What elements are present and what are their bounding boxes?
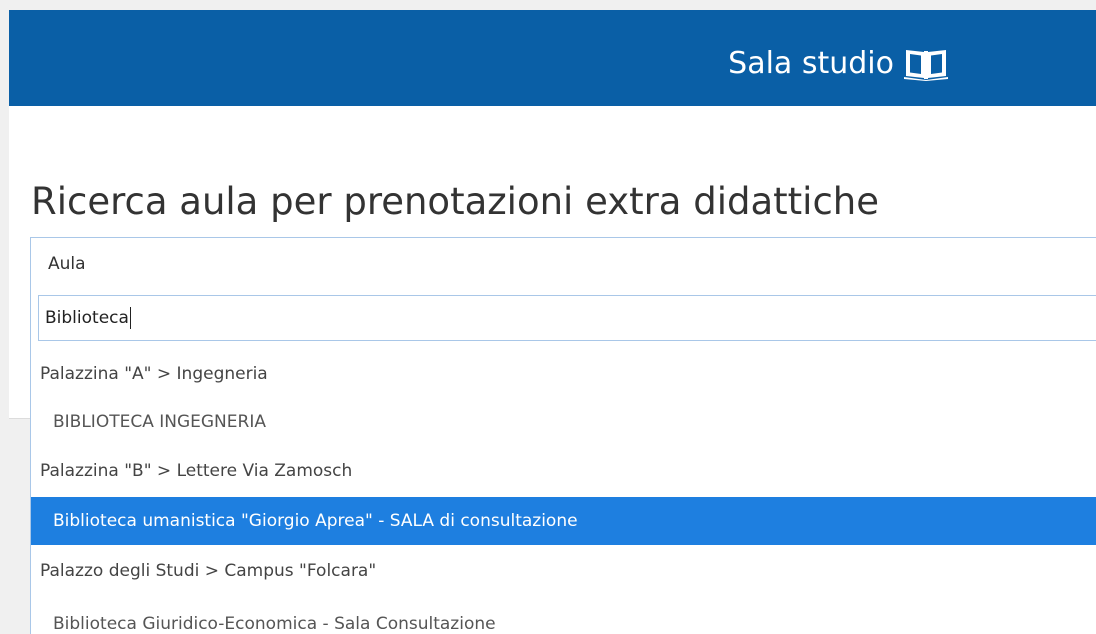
dropdown-group-label: Palazzo degli Studi > Campus "Folcara"	[40, 561, 377, 581]
app-header: Sala studio	[9, 10, 1096, 106]
dropdown-group-palazzo-studi: Palazzo degli Studi > Campus "Folcara"	[31, 547, 1096, 595]
header-title-group: Sala studio	[728, 46, 948, 82]
page-gutter	[0, 0, 9, 634]
dropdown-option-label: Biblioteca Giuridico-Economica - Sala Co…	[53, 614, 496, 634]
dropdown-option-label: BIBLIOTECA INGEGNERIA	[53, 412, 266, 432]
dropdown-option-label: Biblioteca umanistica "Giorgio Aprea" - …	[53, 511, 578, 531]
dropdown-option-biblioteca-ingegneria[interactable]: BIBLIOTECA INGEGNERIA	[31, 398, 1096, 446]
text-caret	[129, 307, 131, 329]
page: Sala studio Ricerca aula per prenotazion…	[0, 0, 1096, 634]
dropdown-option-biblioteca-umanistica[interactable]: Biblioteca umanistica "Giorgio Aprea" - …	[31, 497, 1096, 545]
book-icon	[904, 47, 948, 81]
aula-select[interactable]: Aula	[30, 237, 1096, 289]
aula-select-label: Aula	[48, 254, 86, 274]
dropdown-group-palazzina-b: Palazzina "B" > Lettere Via Zamosch	[31, 447, 1096, 495]
search-input-value: Biblioteca	[45, 308, 129, 328]
dropdown-group-label: Palazzina "A" > Ingegneria	[40, 364, 268, 384]
search-input[interactable]: Biblioteca	[38, 295, 1096, 341]
dropdown-option-biblioteca-giuridico[interactable]: Biblioteca Giuridico-Economica - Sala Co…	[31, 600, 1096, 634]
aula-dropdown: Biblioteca Palazzina "A" > Ingegneria BI…	[30, 288, 1096, 634]
dropdown-group-label: Palazzina "B" > Lettere Via Zamosch	[40, 461, 353, 481]
app-title: Sala studio	[728, 46, 894, 81]
dropdown-group-palazzina-a: Palazzina "A" > Ingegneria	[31, 350, 1096, 398]
page-title: Ricerca aula per prenotazioni extra dida…	[31, 180, 880, 223]
